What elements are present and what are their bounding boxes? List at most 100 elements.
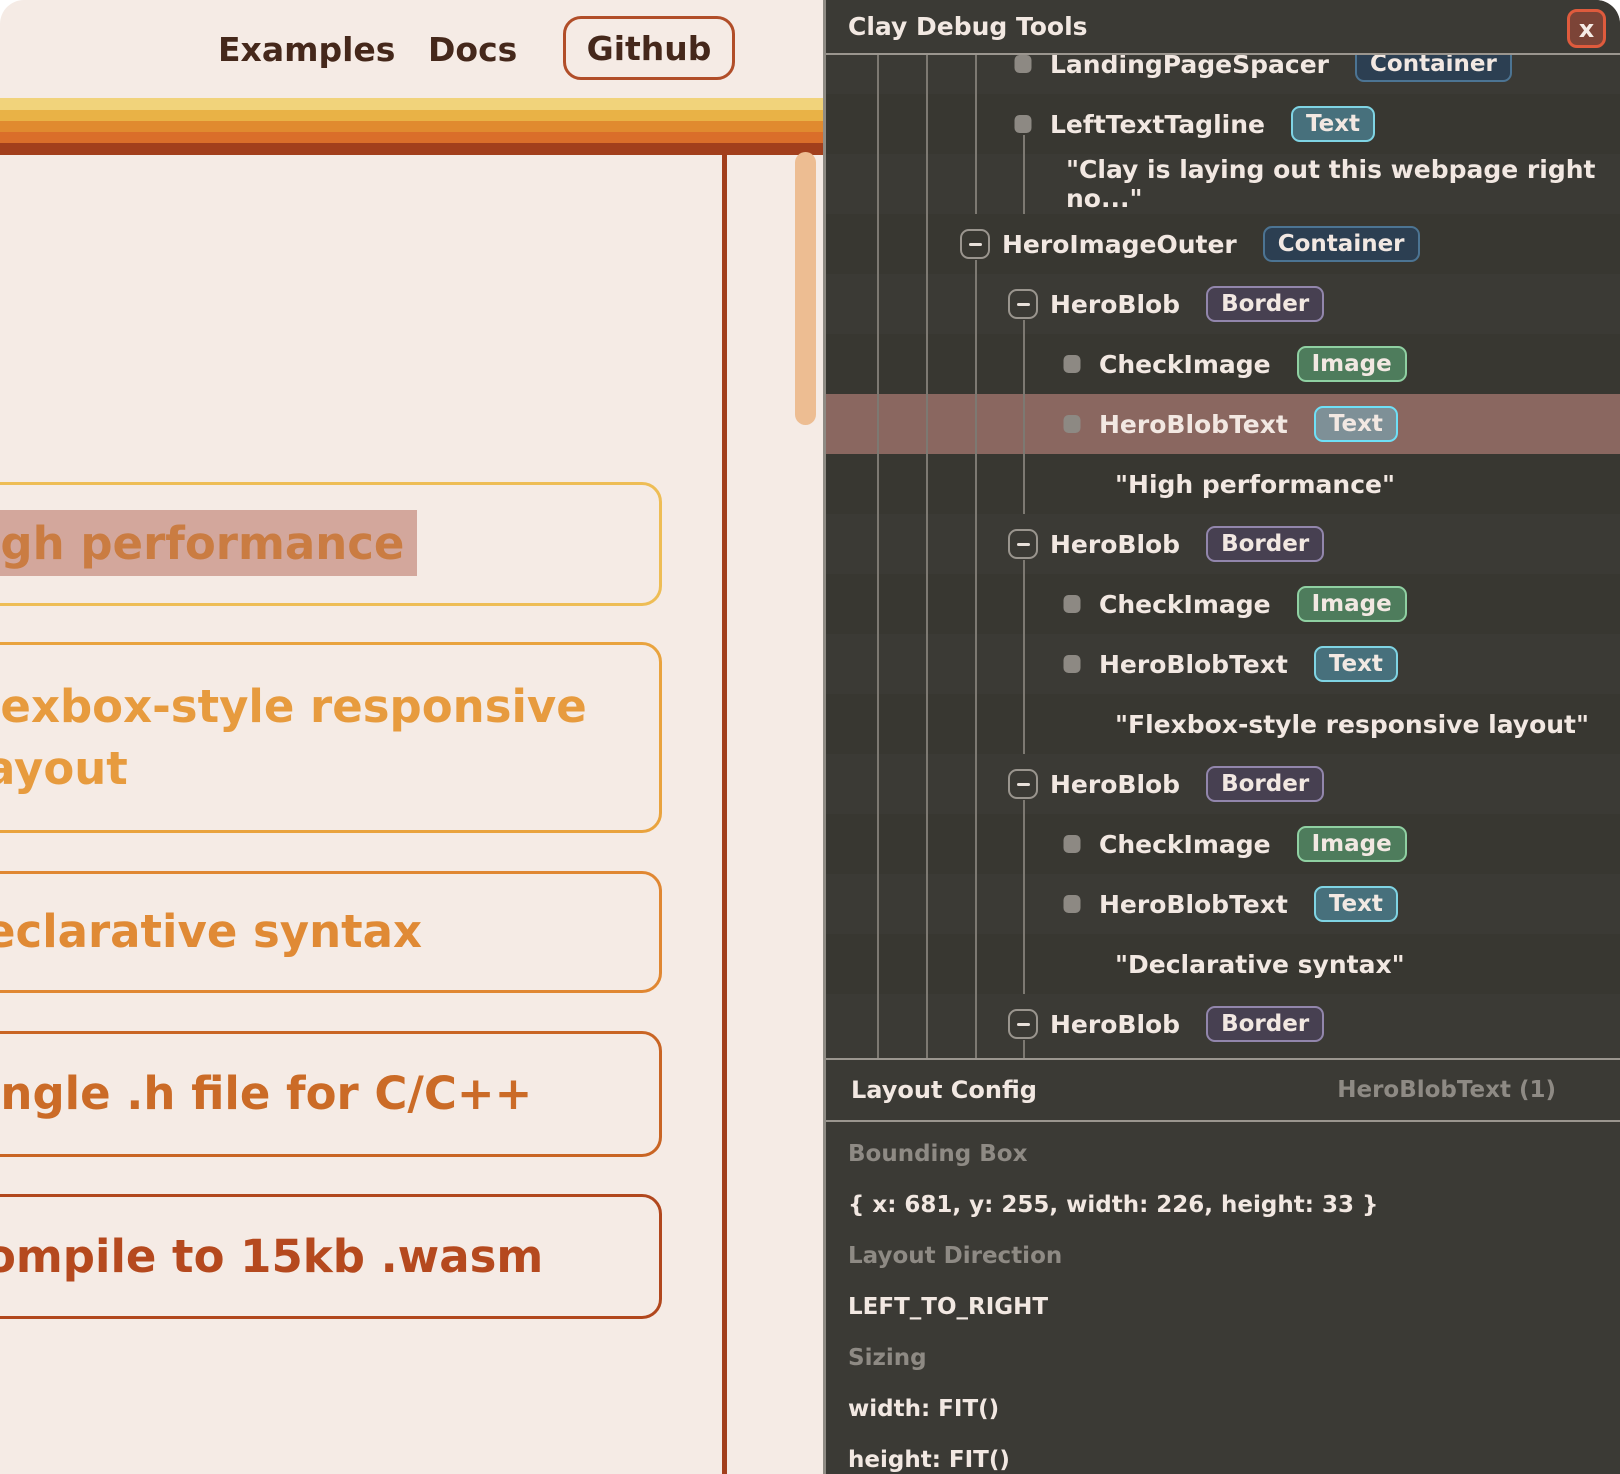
element-name: HeroBlobText	[1099, 650, 1288, 679]
hero-blob-card: eclarative syntax	[0, 871, 662, 993]
tree-row-string[interactable]: "Flexbox-style responsive layout"	[826, 694, 1620, 754]
element-name: HeroBlobText	[1099, 410, 1288, 439]
github-button[interactable]: Github	[563, 16, 735, 80]
tree-row[interactable]: CheckImage Image	[826, 574, 1620, 634]
element-type-badge: Border	[1206, 1006, 1324, 1042]
collapse-minus-icon[interactable]	[1008, 769, 1038, 799]
element-name: HeroImageOuter	[1002, 230, 1237, 259]
stripe-band	[0, 132, 823, 143]
string-content: "Clay is laying out this webpage right n…	[1066, 155, 1620, 213]
collapse-minus-icon[interactable]	[1008, 529, 1038, 559]
element-bullet-icon	[1064, 655, 1081, 673]
element-type-badge: Border	[1206, 766, 1324, 802]
layout-config-title: Layout Config	[851, 1076, 1037, 1104]
tree-indent-guide	[1023, 560, 1025, 754]
tree-indent-guide	[1023, 800, 1025, 994]
element-type-badge: Image	[1297, 346, 1407, 382]
config-field-value: LEFT_TO_RIGHT	[848, 1281, 1620, 1332]
element-bullet-icon	[1064, 595, 1081, 613]
collapse-minus-icon[interactable]	[1008, 1009, 1038, 1039]
tree-row[interactable]: HeroBlob Border	[826, 994, 1620, 1054]
element-type-badge: Container	[1355, 55, 1512, 82]
tree-row-string[interactable]: "Declarative syntax"	[826, 934, 1620, 994]
element-name: HeroBlob	[1050, 770, 1180, 799]
hero-blob-card: ompile to 15kb .wasm	[0, 1194, 662, 1319]
tree-row-string[interactable]: "High performance"	[826, 454, 1620, 514]
tree-indent-guide	[975, 260, 977, 1058]
hero-blob-text: lexbox-style responsive ayout	[0, 676, 587, 800]
tree-row-string[interactable]: "Clay is laying out this webpage right n…	[826, 154, 1620, 214]
config-field-label: Bounding Box	[848, 1128, 1620, 1179]
element-type-badge: Border	[1206, 286, 1324, 322]
tree-row[interactable]: HeroBlobText Text	[826, 874, 1620, 934]
debug-panel-header: Clay Debug Tools	[826, 0, 1620, 55]
tree-row[interactable]: CheckImage Image	[826, 814, 1620, 874]
tree-indent-guide	[877, 55, 879, 1058]
element-bullet-icon	[1015, 55, 1032, 73]
tree-row[interactable]: HeroBlob Border	[826, 274, 1620, 334]
element-type-badge: Image	[1297, 826, 1407, 862]
hero-blob-text: ompile to 15kb .wasm	[0, 1226, 543, 1288]
tree-indent-guide	[1023, 320, 1025, 514]
clay-debug-panel: Clay Debug Tools x LandingPageSpacer Cont…	[823, 0, 1620, 1474]
tree-row[interactable]: HeroBlobBorder	[826, 514, 1620, 574]
element-name: HeroBlob	[1050, 290, 1180, 319]
layout-config-body: Bounding Box{ x: 681, y: 255, width: 226…	[826, 1124, 1620, 1474]
tree-row[interactable]: HeroImageOuter Container	[826, 214, 1620, 274]
page-scrollbar-thumb[interactable]	[795, 152, 816, 425]
element-name: CheckImage	[1099, 590, 1271, 619]
stripe-band	[0, 110, 823, 121]
element-name: HeroBlob	[1050, 1010, 1180, 1039]
gradient-stripe	[0, 98, 823, 155]
element-name: CheckImage	[1099, 350, 1271, 379]
tree-indent-guide	[1023, 1040, 1025, 1058]
element-type-badge: Image	[1297, 586, 1407, 622]
hero-blob-card: lexbox-style responsive ayout	[0, 642, 662, 833]
config-field-value: width: FIT()	[848, 1383, 1620, 1434]
stripe-band	[0, 143, 823, 155]
element-name: LeftTextTagline	[1050, 110, 1265, 139]
element-name: CheckImage	[1099, 830, 1271, 859]
hero-blob-text: ingle .h file for C/C++	[0, 1063, 532, 1125]
config-field-value: height: FIT()	[848, 1434, 1620, 1474]
layout-config-header: Layout Config HeroBlobText (1)	[826, 1058, 1620, 1122]
tree-row[interactable]: HeroBlobTextText	[826, 394, 1620, 454]
tree-row[interactable]: HeroBlobText Text	[826, 634, 1620, 694]
tree-row[interactable]: LandingPageSpacer Container	[826, 55, 1620, 94]
debug-selection-highlight	[0, 510, 417, 576]
tree-indent-guide	[926, 55, 928, 1058]
config-field-label: Layout Direction	[848, 1230, 1620, 1281]
config-field-label: Sizing	[848, 1332, 1620, 1383]
element-tree: LandingPageSpacer Container LeftTextTaglin…	[826, 55, 1620, 1058]
tree-indent-guide	[1023, 135, 1025, 214]
element-name: HeroBlobText	[1099, 890, 1288, 919]
tree-row[interactable]: LeftTextTagline Text	[826, 94, 1620, 154]
nav-link-examples[interactable]: Examples	[218, 0, 395, 98]
debug-panel-title: Clay Debug Tools	[848, 12, 1088, 41]
tree-indent-guide	[975, 55, 977, 214]
hero-blob-text: eclarative syntax	[0, 901, 422, 963]
element-name: LandingPageSpacer	[1050, 55, 1329, 79]
element-bullet-icon	[1015, 115, 1032, 133]
nav-link-docs[interactable]: Docs	[428, 0, 517, 98]
element-type-badge: Text	[1291, 106, 1375, 142]
string-content: "Flexbox-style responsive layout"	[1115, 710, 1589, 739]
screen: Examples Docs Github igh performancelexb…	[0, 0, 1620, 1474]
tree-row[interactable]: CheckImage Image	[826, 334, 1620, 394]
element-bullet-icon	[1064, 415, 1081, 433]
element-bullet-icon	[1064, 895, 1081, 913]
stripe-band	[0, 98, 823, 110]
string-content: "High performance"	[1115, 470, 1395, 499]
stripe-band	[0, 121, 823, 132]
collapse-minus-icon[interactable]	[960, 229, 990, 259]
element-type-badge: Text	[1314, 646, 1398, 682]
tree-row[interactable]: HeroBlob Border	[826, 754, 1620, 814]
element-type-badge: Container	[1263, 226, 1420, 262]
element-bullet-icon	[1064, 355, 1081, 373]
collapse-minus-icon[interactable]	[1008, 289, 1038, 319]
vertical-divider	[722, 155, 727, 1474]
string-content: "Declarative syntax"	[1115, 950, 1405, 979]
close-icon[interactable]: x	[1567, 9, 1606, 48]
top-nav: Examples Docs Github	[0, 0, 823, 98]
element-type-badge: Text	[1314, 886, 1398, 922]
